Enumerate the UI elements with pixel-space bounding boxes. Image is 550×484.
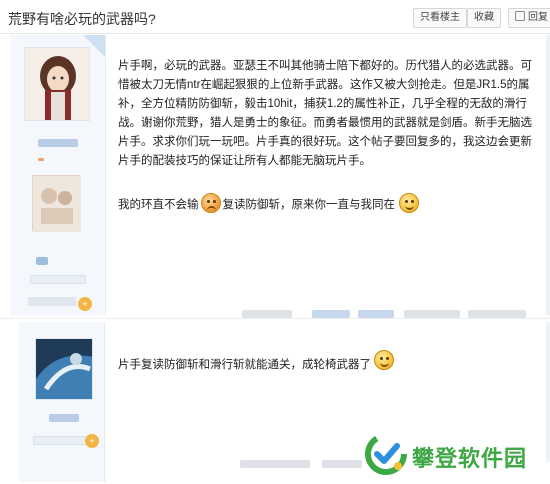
smile-emoji-icon bbox=[399, 193, 419, 213]
thumb-label: + bbox=[89, 436, 95, 446]
post-meta-link[interactable] bbox=[312, 310, 350, 318]
post-text-segment: 复读防御斩，原来你一直与我同在 bbox=[222, 199, 396, 211]
post-meta-link[interactable] bbox=[358, 310, 394, 318]
avatar-image bbox=[36, 339, 92, 399]
scrollbar[interactable] bbox=[546, 35, 550, 315]
user-stat bbox=[28, 297, 76, 307]
header-btn-label: 回复 bbox=[528, 12, 548, 23]
watermark-text: 攀登软件园 bbox=[412, 446, 528, 471]
username[interactable] bbox=[49, 414, 79, 422]
reply-icon bbox=[515, 11, 525, 21]
scrollbar[interactable] bbox=[546, 322, 550, 462]
post-paragraph: 片手啊，必玩的武器。亚瑟王不叫其他骑士陪下都好的。历代猎人的必选武器。可惜被太刀… bbox=[118, 60, 532, 167]
header-btn-label: 收藏 bbox=[474, 12, 494, 23]
level-marker bbox=[38, 158, 44, 161]
only-op-button[interactable]: 只看楼主 bbox=[413, 8, 467, 28]
post-content: 片手啊，必玩的武器。亚瑟王不叫其他骑士陪下都好的。历代猎人的必选武器。可惜被太刀… bbox=[118, 57, 543, 215]
post-meta bbox=[468, 310, 526, 318]
username[interactable] bbox=[38, 139, 78, 147]
post-meta bbox=[242, 310, 292, 318]
author-sidebar: + bbox=[19, 322, 105, 482]
badge-art bbox=[33, 176, 81, 232]
post-meta bbox=[240, 460, 310, 468]
avatar-image bbox=[25, 48, 89, 120]
user-actions bbox=[28, 293, 76, 307]
avatar[interactable] bbox=[35, 338, 93, 400]
grimace-emoji-icon bbox=[200, 193, 221, 213]
floor-divider bbox=[0, 318, 550, 319]
thumb-label: + bbox=[82, 299, 88, 309]
thumb-up-icon[interactable]: + bbox=[85, 434, 99, 448]
level-bar bbox=[30, 275, 86, 284]
post-paragraph-2: 我的环直不会输 复读防御斩，原来你一直与我同在 bbox=[118, 193, 543, 215]
post-meta bbox=[404, 310, 460, 318]
thread-header: 荒野有啥必玩的武器吗? 只看楼主 收藏 回复 bbox=[0, 0, 550, 34]
reply-button[interactable]: 回复 bbox=[508, 8, 550, 28]
author-sidebar: + bbox=[10, 35, 106, 315]
badge-image bbox=[32, 175, 81, 232]
favorite-button[interactable]: 收藏 bbox=[467, 8, 501, 28]
post-paragraph: 片手复读防御斩和滑行斩就能通关，成轮椅武器了 bbox=[118, 359, 371, 371]
level-badge bbox=[36, 257, 48, 265]
level-bar bbox=[33, 436, 87, 445]
post-meta bbox=[322, 460, 362, 468]
post-content: 片手复读防御斩和滑行斩就能通关，成轮椅武器了 bbox=[118, 350, 543, 375]
post-text-segment: 我的环直不会输 bbox=[118, 199, 199, 211]
watermark-logo-icon bbox=[365, 433, 407, 475]
post-floor-1: + 片手啊，必玩的武器。亚瑟王不叫其他骑士陪下都好的。历代猎人的必选武器。可惜被… bbox=[0, 35, 550, 318]
avatar[interactable] bbox=[24, 47, 90, 121]
thumb-up-icon[interactable]: + bbox=[78, 297, 92, 311]
smile-emoji-icon bbox=[374, 350, 394, 370]
thread-title: 荒野有啥必玩的武器吗? bbox=[8, 11, 156, 27]
header-btn-label: 只看楼主 bbox=[420, 12, 460, 23]
